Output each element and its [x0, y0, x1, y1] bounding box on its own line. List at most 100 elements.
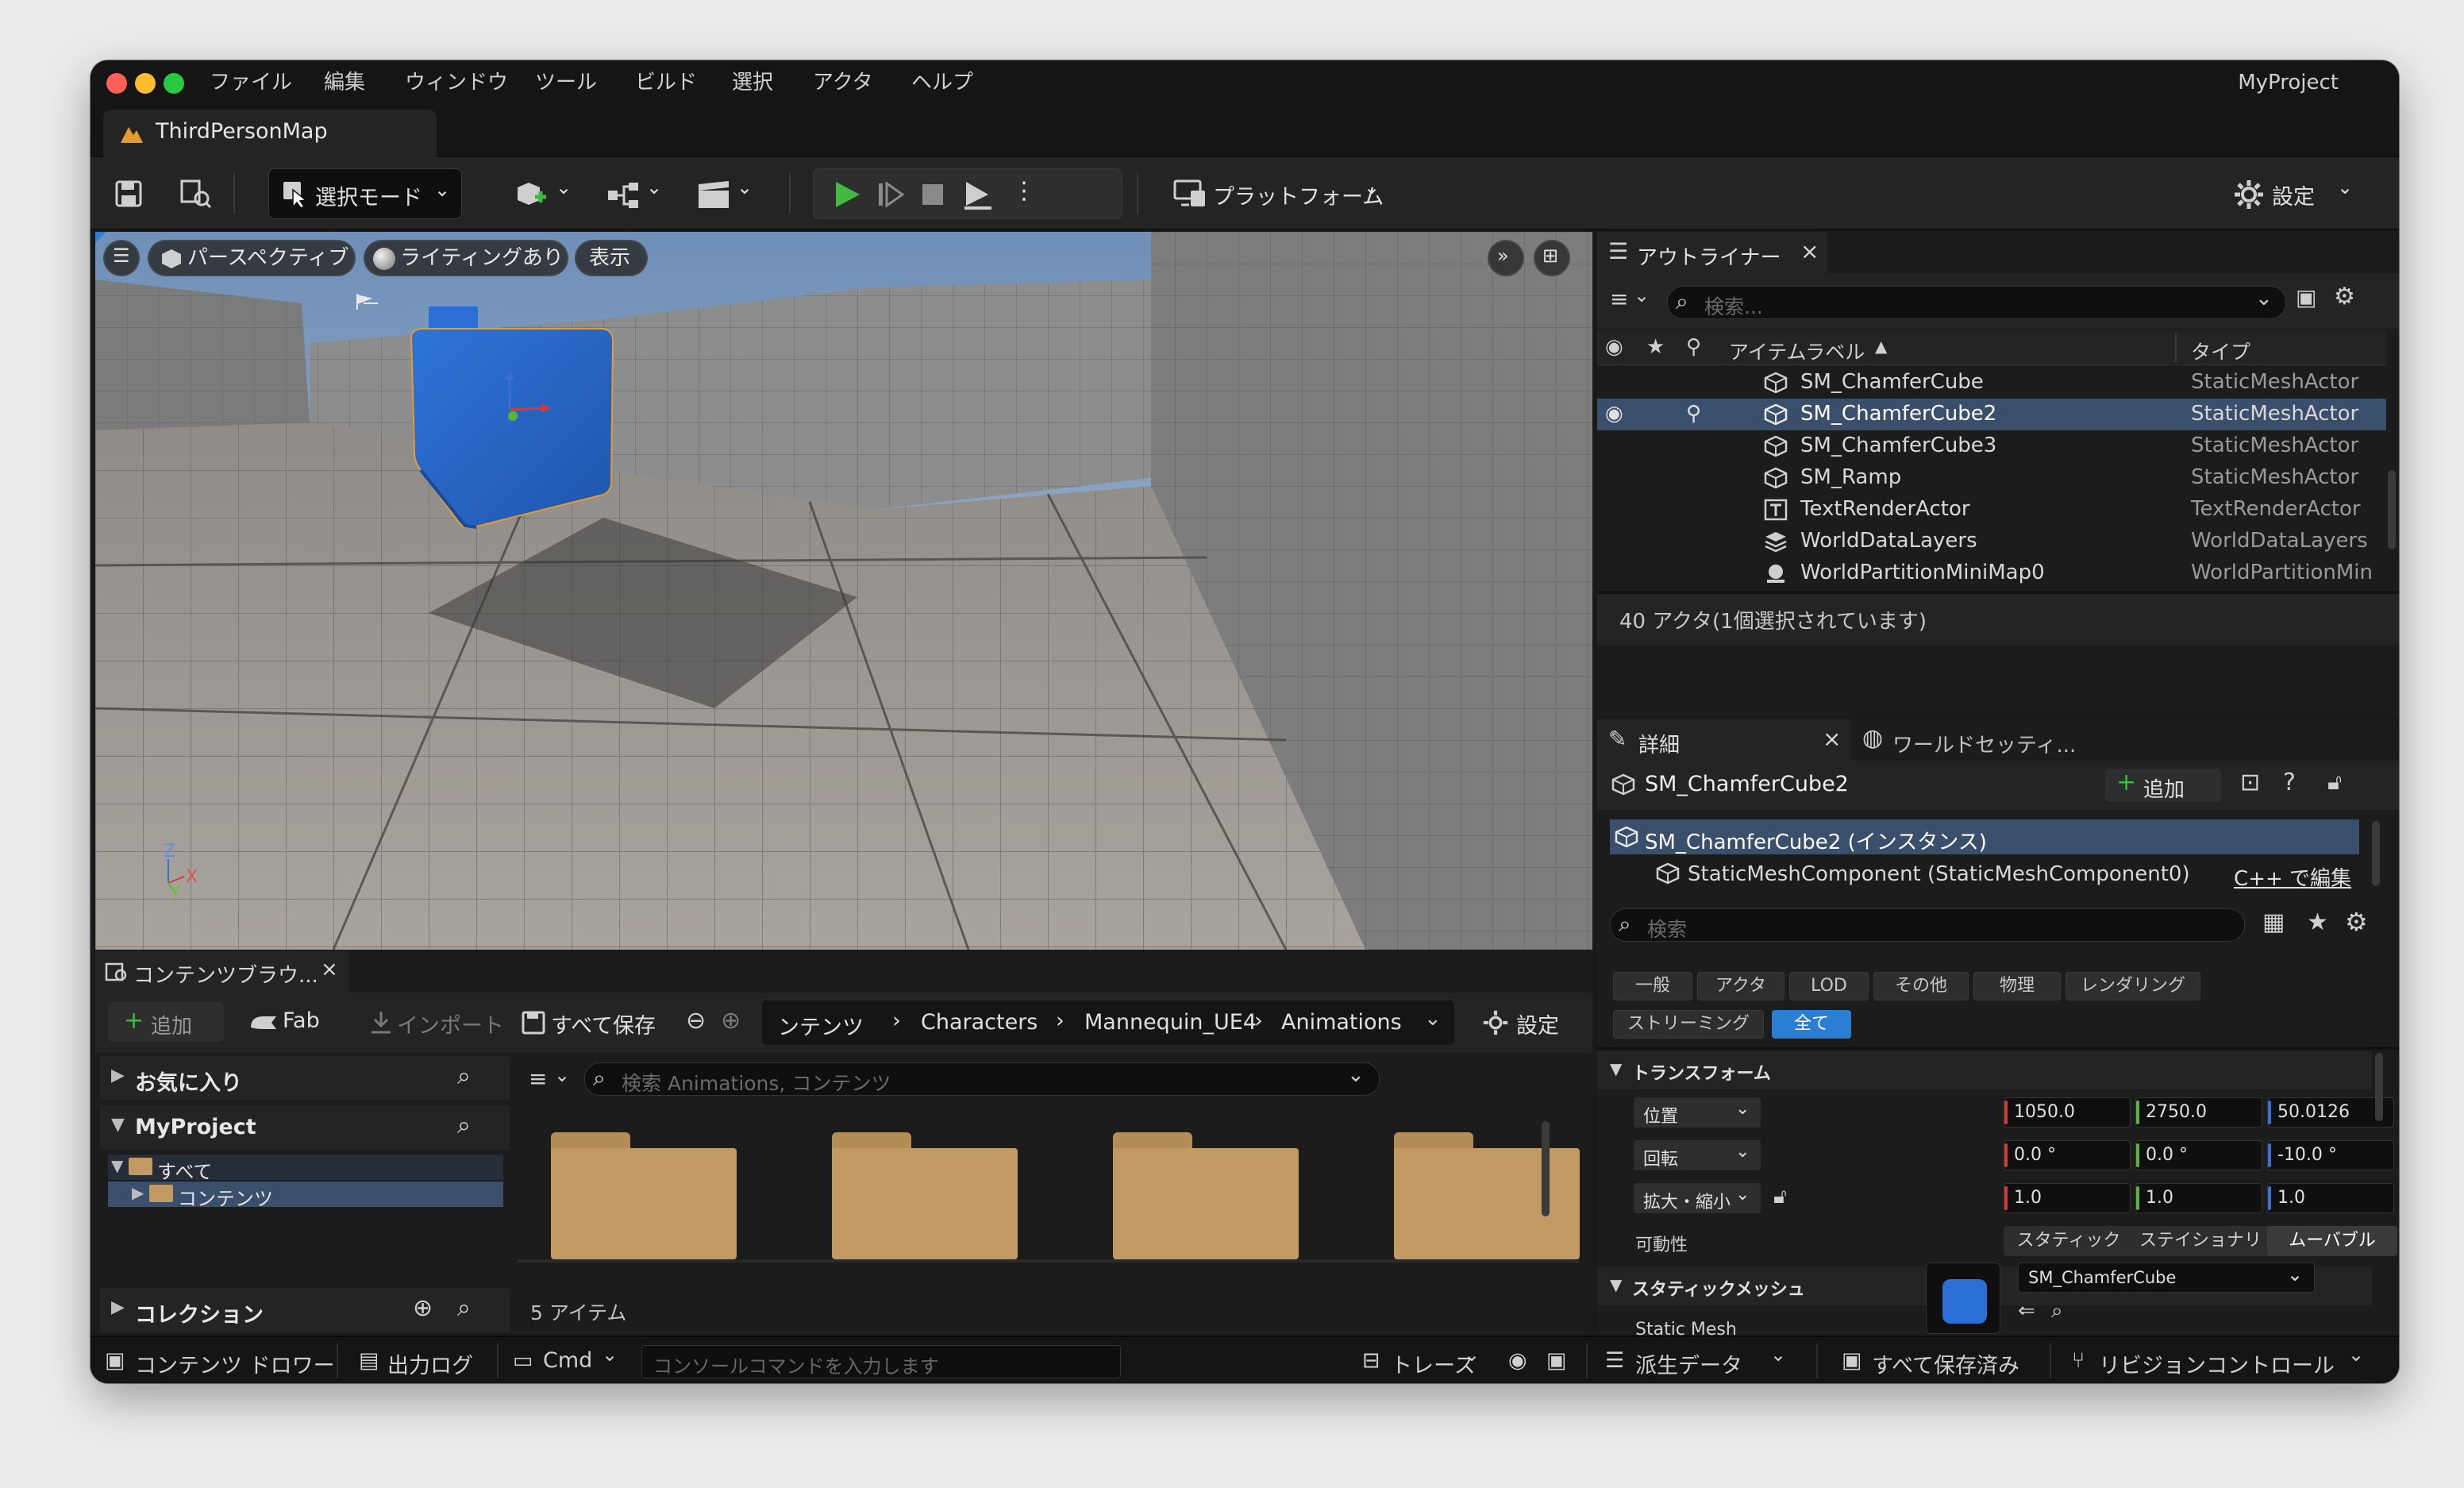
scale-dropdown[interactable]: 拡大・縮小 ⌄ [1634, 1183, 1761, 1213]
outliner-row[interactable]: WorldDataLayers WorldDataLayers [1597, 526, 2386, 557]
more-options-icon[interactable]: ⋮ [1012, 177, 1036, 205]
save-icon[interactable] [114, 179, 143, 208]
chevron-down-icon[interactable]: ⌄ [1464, 1343, 1480, 1366]
menu-edit[interactable]: 編集 [324, 68, 365, 97]
console-input[interactable]: コンソールコマンドを入力します [641, 1345, 1121, 1378]
close-icon[interactable]: × [1800, 238, 1819, 264]
breadcrumb-item[interactable]: Animations [1281, 1010, 1402, 1035]
show-button[interactable]: 表示 [575, 240, 648, 276]
help-icon[interactable]: ? [2283, 769, 2296, 796]
menu-tools[interactable]: ツール [535, 68, 597, 97]
category-rendering[interactable]: レンダリング [2066, 972, 2200, 1000]
collections-section[interactable]: ▶ コレクション ⊕ ⌕ [100, 1288, 510, 1332]
revision-control-dropdown[interactable]: リビジョンコントロール [2099, 1348, 2335, 1379]
tab-world-settings[interactable]: ◍ ワールドセッティ... [1853, 719, 2091, 761]
edit-cpp-link[interactable]: C++ で編集 [2234, 862, 2351, 892]
folder-item[interactable] [1113, 1132, 1299, 1259]
add-folder-icon[interactable]: ▣ [2296, 284, 2316, 310]
category-misc[interactable]: その他 [1873, 972, 1969, 1000]
pin-icon[interactable]: ⚲ [1686, 402, 1701, 426]
tree-item-all[interactable]: ▼ すべて [108, 1155, 503, 1183]
chevron-down-icon[interactable]: ⌄ [737, 176, 753, 199]
chevron-down-icon[interactable]: ⌄ [2337, 176, 2353, 199]
chevron-down-icon[interactable]: ⌄ [646, 176, 662, 199]
close-icon[interactable]: × [321, 958, 338, 981]
category-streaming[interactable]: ストリーミング [1613, 1010, 1764, 1039]
history-back-icon[interactable]: ⊖ [686, 1007, 706, 1035]
column-type[interactable]: タイプ [2191, 337, 2250, 365]
close-icon[interactable]: × [1823, 726, 1841, 752]
rotation-z-field[interactable]: -10.0 ° [2267, 1140, 2394, 1170]
browse-level-icon[interactable] [179, 178, 213, 210]
menu-window[interactable]: ウィンドウ [405, 68, 508, 97]
transform-section-header[interactable]: ▼ トランスフォーム [1597, 1051, 2372, 1089]
scale-x-field[interactable]: 1.0 [2004, 1183, 2131, 1213]
cmd-dropdown[interactable]: Cmd [543, 1348, 592, 1373]
category-physics[interactable]: 物理 [1973, 972, 2061, 1000]
add-actor-icon[interactable] [514, 179, 551, 211]
rotation-dropdown[interactable]: 回転 ⌄ [1634, 1140, 1761, 1170]
category-all[interactable]: 全て [1772, 1010, 1851, 1039]
output-log-button[interactable]: 出力ログ [387, 1348, 473, 1379]
static-mesh-picker[interactable]: SM_ChamferCube ⌄ [2018, 1262, 2315, 1293]
perspective-button[interactable]: パースペクティブ [148, 240, 356, 276]
project-section[interactable]: ▼ MyProject ⌕ [100, 1105, 510, 1150]
add-collection-icon[interactable]: ⊕ [413, 1294, 433, 1322]
advance-frame-icon[interactable] [877, 182, 904, 207]
lock-icon[interactable]: 🔓︎ [1773, 1185, 1787, 1209]
component-row-instance[interactable]: SM_ChamferCube2 (インスタンス) [1610, 819, 2359, 854]
platform-icon[interactable] [1173, 179, 1207, 208]
table-view-icon[interactable]: ▦ [2262, 908, 2285, 936]
chevron-down-icon[interactable]: ⌄ [556, 176, 572, 199]
eject-icon[interactable] [963, 180, 993, 210]
menu-build[interactable]: ビルド [635, 68, 697, 97]
outliner-row[interactable]: WorldPartitionMiniMap0 WorldPartitionMin [1597, 557, 2386, 589]
outliner-scrollbar[interactable] [2388, 470, 2396, 549]
outliner-search-input[interactable]: ⌕ 検索... ⌄ [1667, 286, 2286, 319]
tab-thirdpersonmap[interactable]: ThirdPersonMap [103, 110, 437, 157]
viewport-menu-button[interactable]: ☰ [103, 240, 140, 276]
chevron-down-icon[interactable]: ⌄ [1634, 284, 1650, 306]
menu-help[interactable]: ヘルプ [911, 68, 973, 97]
tab-content-browser[interactable]: コンテンツブラウ... × [95, 951, 349, 993]
close-window-button[interactable] [106, 73, 127, 94]
search-icon[interactable]: ⌕ [457, 1062, 471, 1090]
tab-details[interactable]: ✎ 詳細 × [1597, 719, 1851, 761]
fab-button[interactable]: Fab [283, 1008, 320, 1033]
tab-outliner[interactable]: ☰ アウトライナー × [1597, 232, 1827, 273]
mobility-stationary[interactable]: ステイショナリ [2135, 1226, 2266, 1256]
browse-asset-icon[interactable]: ⌕ [2051, 1299, 2063, 1324]
outliner-row[interactable]: SM_ChamferCube StaticMeshActor [1597, 367, 2386, 399]
lock-icon[interactable]: 🔓︎ [2327, 769, 2342, 796]
rotation-x-field[interactable]: 0.0 ° [2004, 1140, 2131, 1170]
details-search-input[interactable]: ⌕ 検索 [1610, 908, 2245, 942]
location-dropdown[interactable]: 位置 ⌄ [1634, 1097, 1761, 1128]
viewport-layout-button[interactable]: ⊞ [1534, 240, 1570, 276]
filter-icon[interactable]: ≡ [529, 1066, 547, 1092]
favorites-section[interactable]: ▶ お気に入り ⌕ [100, 1056, 510, 1101]
lighting-mode-button[interactable]: ライティングあり [364, 240, 568, 276]
cinematics-icon[interactable] [697, 181, 732, 210]
menu-actor[interactable]: アクタ [813, 68, 873, 97]
menu-file[interactable]: ファイル [210, 68, 292, 97]
scale-z-field[interactable]: 1.0 [2267, 1183, 2394, 1213]
breadcrumb-item[interactable]: Characters [921, 1010, 1038, 1035]
gear-icon[interactable] [2234, 179, 2264, 210]
blueprint-icon[interactable] [606, 181, 641, 210]
stop-icon[interactable] [922, 183, 944, 206]
screenshot-icon[interactable]: ▣ [1546, 1348, 1567, 1373]
mobility-static[interactable]: スタティック [2004, 1226, 2134, 1256]
chevron-down-icon[interactable]: ⌄ [2348, 1343, 2364, 1366]
category-lod[interactable]: LOD [1789, 972, 1869, 1000]
content-settings-button[interactable]: 設定 [1516, 1008, 1559, 1039]
expand-toolbar-button[interactable]: » [1488, 240, 1524, 276]
asset-scrollbar[interactable] [1542, 1121, 1550, 1216]
details-scrollbar[interactable] [2375, 1053, 2383, 1121]
scale-y-field[interactable]: 1.0 [2135, 1183, 2262, 1213]
all-saved-button[interactable]: すべて保存済み [1872, 1348, 2019, 1379]
category-actor[interactable]: アクタ [1697, 972, 1784, 1000]
actor-name[interactable]: SM_ChamferCube2 [1645, 772, 1849, 796]
component-row[interactable]: StaticMeshComponent (StaticMeshComponent… [1610, 856, 2359, 891]
save-all-button[interactable]: すべて保存 [551, 1008, 656, 1039]
history-forward-icon[interactable]: ⊕ [721, 1007, 741, 1035]
